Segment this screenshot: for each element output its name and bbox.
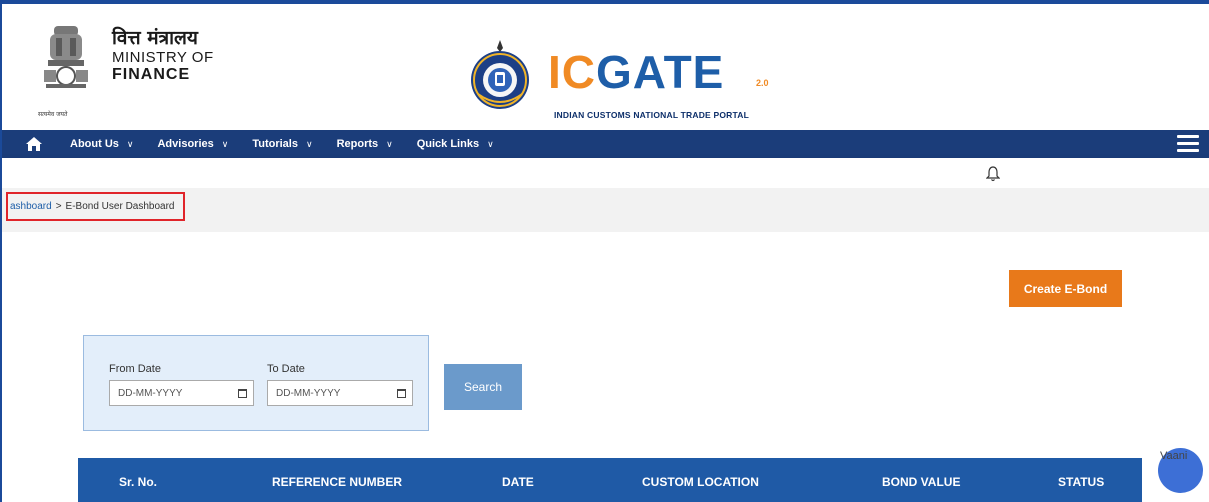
breadcrumb: ashboard > E-Bond User Dashboard	[6, 192, 185, 221]
customs-seal-icon	[471, 40, 529, 109]
col-custom-location: CUSTOM LOCATION	[642, 475, 759, 489]
col-status: STATUS	[1058, 475, 1105, 489]
from-date-placeholder: DD-MM-YYYY	[118, 387, 183, 399]
nav-quick-links[interactable]: Quick Links ∨	[417, 138, 494, 150]
create-ebond-button[interactable]: Create E-Bond	[1009, 270, 1122, 307]
calendar-icon[interactable]	[397, 389, 406, 398]
nav-about-us[interactable]: About Us ∨	[70, 138, 133, 150]
chevron-down-icon: ∨	[305, 138, 313, 149]
ministry-line1: MINISTRY OF	[112, 49, 214, 66]
col-sr-no: Sr. No.	[119, 475, 158, 489]
icegate-logo: ICGATE 2.0 INDIAN CUSTOMS NATIONAL TRADE…	[548, 46, 769, 120]
nav-tutorials[interactable]: Tutorials ∨	[252, 138, 312, 150]
chevron-down-icon: ∨	[126, 138, 134, 149]
chevron-down-icon: ∨	[221, 138, 229, 149]
breadcrumb-current: E-Bond User Dashboard	[65, 201, 175, 212]
col-bond-value: BOND VALUE	[882, 475, 961, 489]
nav-tutorials-label: Tutorials	[252, 138, 298, 150]
calendar-icon[interactable]	[238, 389, 247, 398]
main-navbar: About Us ∨ Advisories ∨ Tutorials ∨ Reports…	[2, 130, 1209, 158]
nav-advisories-label: Advisories	[157, 138, 214, 150]
nav-menu: About Us ∨ Advisories ∨ Tutorials ∨ Reports…	[70, 138, 518, 150]
to-date-placeholder: DD-MM-YYYY	[276, 387, 341, 399]
ministry-hindi: वित्त मंत्रालय	[112, 27, 198, 49]
col-reference-number: REFERENCE NUMBER	[272, 475, 403, 489]
logo-ic: IC	[548, 46, 596, 98]
to-date-input[interactable]: DD-MM-YYYY	[267, 380, 413, 406]
bell-icon[interactable]	[986, 166, 1000, 182]
nav-reports[interactable]: Reports ∨	[337, 138, 393, 150]
from-date-label: From Date	[109, 363, 161, 375]
col-date: DATE	[502, 475, 534, 489]
page-frame: सत्यमेव जयते वित्त मंत्रालय MINISTRY OF …	[0, 0, 1209, 502]
logo-g: G	[596, 46, 633, 98]
table-header: Sr. No. REFERENCE NUMBER DATE CUSTOM LOC…	[78, 458, 1142, 502]
national-emblem-icon	[44, 26, 88, 88]
logo-version: 2.0	[756, 78, 769, 88]
chevron-down-icon: ∨	[487, 138, 494, 149]
breadcrumb-bar: ashboard > E-Bond User Dashboard	[2, 188, 1209, 232]
date-filter-panel: From Date To Date DD-MM-YYYY DD-MM-YYYY	[83, 335, 429, 431]
nav-advisories[interactable]: Advisories ∨	[157, 138, 228, 150]
ministry-title: वित्त मंत्रालय MINISTRY OF FINANCE	[112, 28, 214, 83]
breadcrumb-dashboard-link[interactable]: ashboard	[10, 201, 52, 212]
site-header: सत्यमेव जयते वित्त मंत्रालय MINISTRY OF …	[2, 4, 1209, 130]
to-date-label: To Date	[267, 363, 305, 375]
emblem-caption: सत्यमेव जयते	[38, 111, 68, 118]
nav-quick-links-label: Quick Links	[416, 138, 480, 150]
search-button[interactable]: Search	[444, 364, 522, 410]
ministry-line2: FINANCE	[112, 66, 191, 83]
from-date-input[interactable]: DD-MM-YYYY	[109, 380, 254, 406]
nav-about-us-label: About Us	[70, 138, 119, 150]
chevron-down-icon: ∨	[386, 138, 393, 149]
logo-subtitle: INDIAN CUSTOMS NATIONAL TRADE PORTAL	[554, 110, 749, 120]
notification-bar	[2, 158, 1209, 188]
home-icon[interactable]	[24, 134, 44, 154]
nav-reports-label: Reports	[336, 138, 379, 150]
breadcrumb-separator: >	[55, 201, 62, 212]
logo-ate: ATE	[632, 46, 725, 98]
vaani-alt-text: Vaani	[1160, 450, 1188, 462]
hamburger-menu-icon[interactable]	[1177, 135, 1199, 153]
